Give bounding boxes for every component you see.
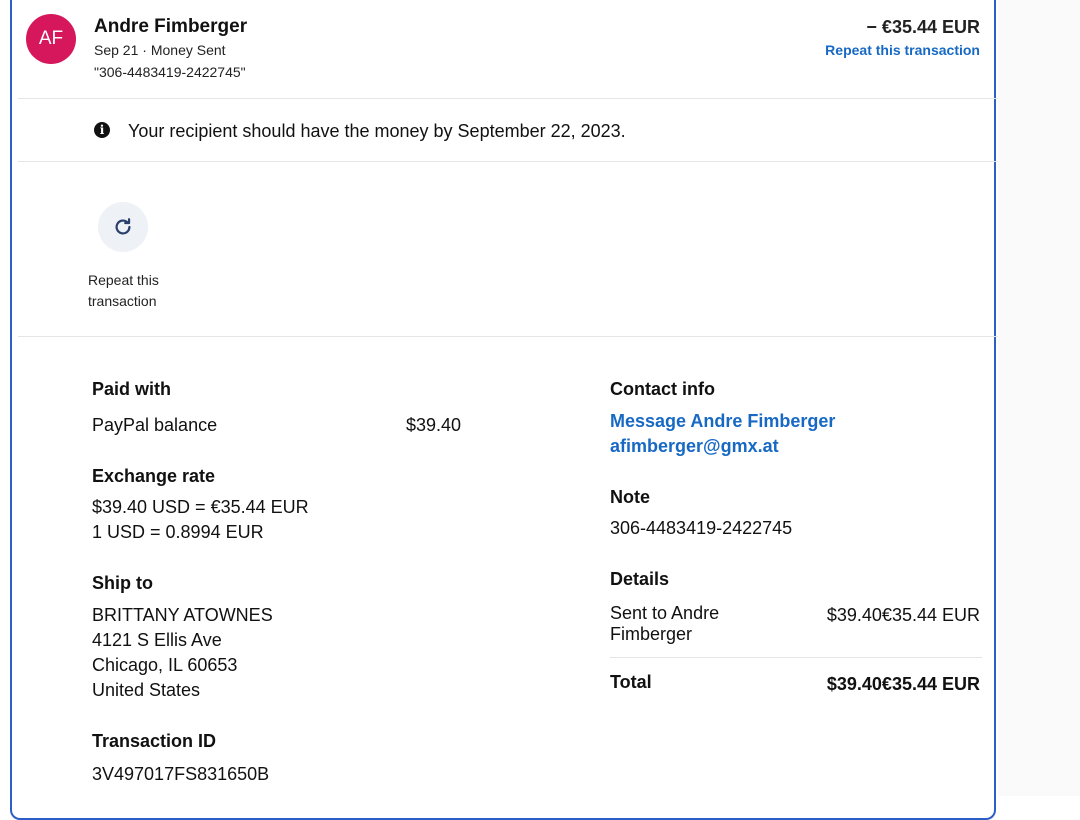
ship-country: United States [92, 680, 201, 700]
exchange-rate-heading: Exchange rate [92, 466, 216, 486]
recipient-email-link[interactable]: afimberger@gmx.at [610, 436, 779, 457]
avatar: AF [26, 14, 76, 64]
repeat-transaction-link[interactable]: Repeat this transaction [825, 42, 980, 58]
total-label: Total [610, 672, 652, 692]
ship-street: 4121 S Ellis Ave [92, 630, 222, 650]
sent-to-label: Sent to Andre Fimberger [610, 603, 719, 645]
refresh-icon [115, 218, 131, 235]
repeat-transaction-button[interactable] [98, 202, 148, 252]
page-gutter [998, 0, 1080, 796]
payment-method: PayPal balance [92, 415, 218, 435]
transaction-date: Sep 21 [94, 42, 139, 58]
ship-city: Chicago, IL 60653 [92, 655, 238, 675]
note-heading: Note [610, 487, 650, 507]
shipping-address: BRITTANY ATOWNES 4121 S Ellis Ave Chicag… [92, 603, 273, 703]
details-divider [610, 657, 982, 658]
sent-to-line1: Sent to Andre [610, 603, 720, 623]
info-icon: i [94, 122, 110, 138]
divider [18, 336, 998, 337]
divider [18, 98, 998, 99]
sent-amount: $39.40€35.44 EUR [826, 605, 980, 625]
repeat-label-line2: transaction [88, 293, 157, 309]
transaction-id-heading: Transaction ID [92, 731, 217, 751]
sent-to-line2: Fimberger [610, 624, 693, 644]
transaction-card: AF Andre Fimberger Sep 21 · Money Sent "… [10, 0, 998, 820]
details-heading: Details [610, 569, 670, 589]
exchange-rate-values: $39.40 USD = €35.44 EUR 1 USD = 0.8994 E… [92, 495, 309, 545]
contact-info-heading: Contact info [610, 379, 715, 399]
meta-dot: · [142, 42, 151, 58]
total-amount: $39.40€35.44 EUR [826, 674, 980, 694]
paid-with-heading: Paid with [92, 379, 172, 399]
transaction-type: Money Sent [150, 42, 226, 58]
ship-to-heading: Ship to [92, 573, 153, 593]
delivery-notice: Your recipient should have the money by … [128, 121, 626, 141]
transaction-meta: Sep 21 · Money Sent [94, 42, 226, 58]
transaction-amount: − €35.44 EUR [866, 17, 980, 37]
repeat-label-line1: Repeat this [88, 272, 159, 288]
exchange-conversion: $39.40 USD = €35.44 EUR [92, 497, 309, 517]
divider [18, 161, 998, 162]
note-text: 306-4483419-2422745 [610, 518, 793, 538]
transaction-reference: "306-4483419-2422745" [94, 64, 246, 80]
message-recipient-link[interactable]: Message Andre Fimberger [610, 411, 835, 432]
repeat-transaction-label[interactable]: Repeat this transaction [88, 270, 188, 312]
ship-name: BRITTANY ATOWNES [92, 605, 273, 625]
exchange-rate: 1 USD = 0.8994 EUR [92, 522, 264, 542]
transaction-id: 3V497017FS831650B [92, 764, 270, 784]
payment-amount: $39.40 [406, 415, 462, 435]
recipient-name: Andre Fimberger [94, 16, 248, 37]
